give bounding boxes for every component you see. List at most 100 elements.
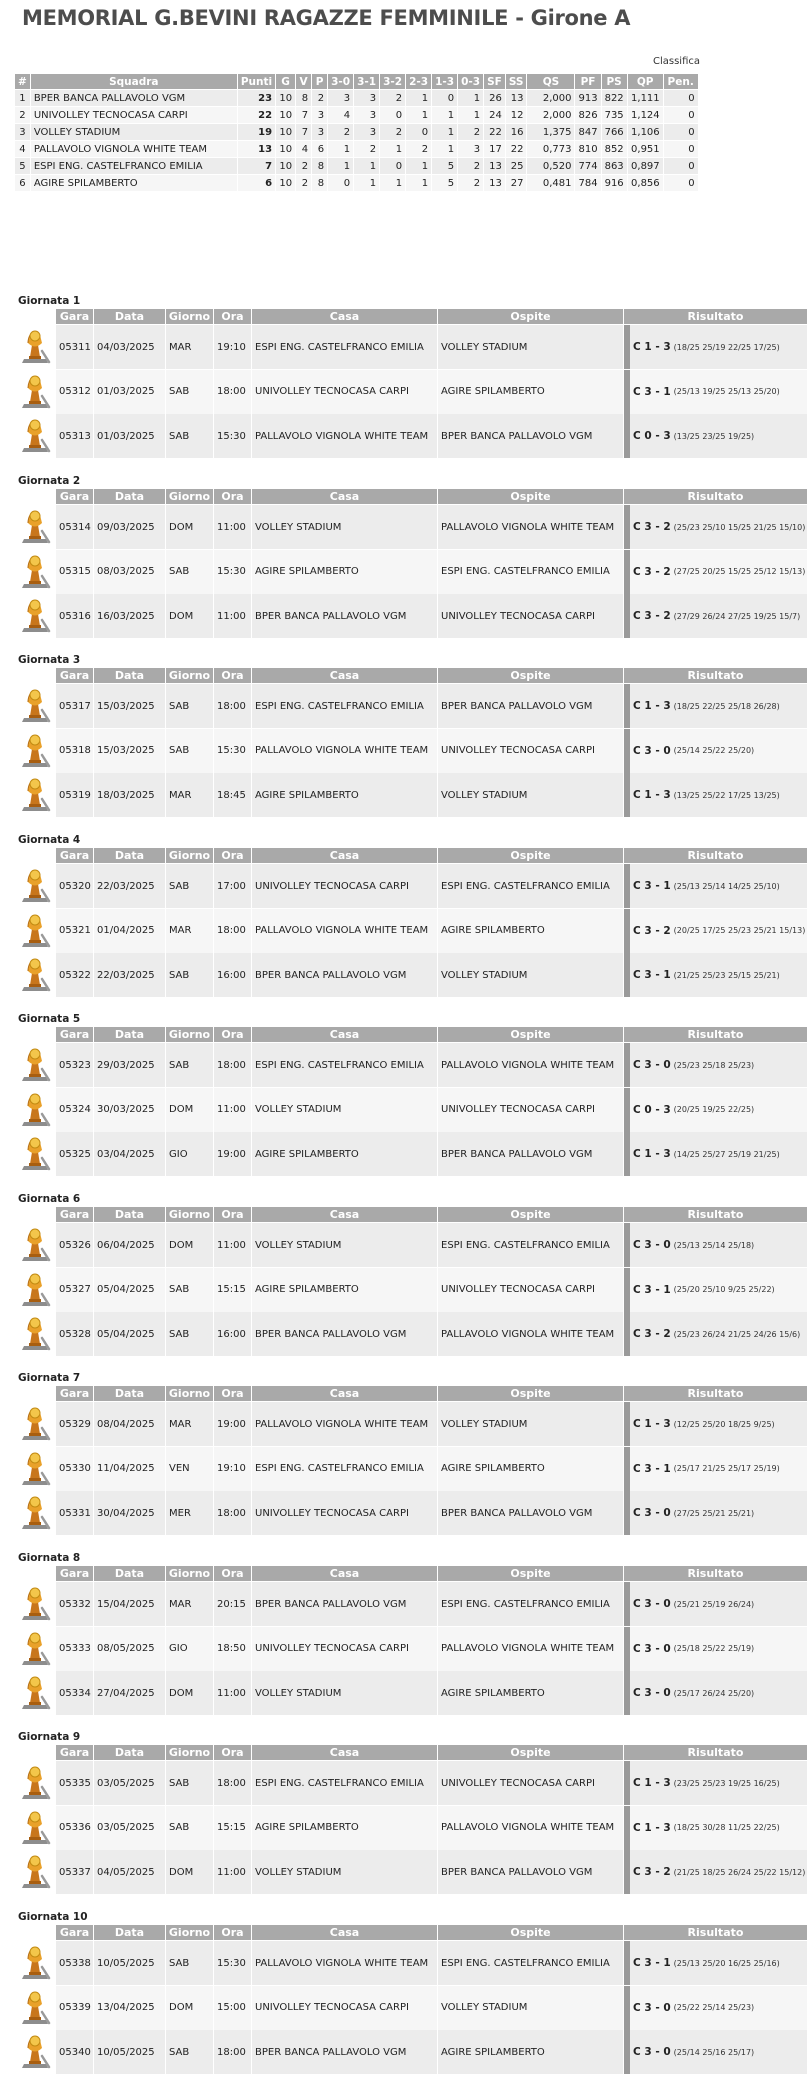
round-col-header: Giorno [166, 668, 214, 683]
standings-cell: 2 [14, 106, 31, 124]
match-day: MAR [166, 908, 214, 953]
volleyball-trophy-icon[interactable] [16, 864, 56, 908]
match-row[interactable]: 05336 03/05/2025 SAB 15:15 AGIRE SPILAMBERTO… [16, 1805, 808, 1850]
match-row[interactable]: 05317 15/03/2025 SAB 18:00 ESPI ENG. CASTELF… [16, 684, 808, 728]
volleyball-trophy-icon[interactable] [16, 1761, 56, 1805]
match-row[interactable]: 05340 10/05/2025 SAB 18:00 BPER BANCA PALLAV… [16, 2030, 808, 2074]
match-row[interactable]: 05323 29/03/2025 SAB 18:00 ESPI ENG. CASTELF… [16, 1043, 808, 1087]
match-row[interactable]: 05339 13/04/2025 DOM 15:00 UNIVOLLEY TECNOCA… [16, 1985, 808, 2030]
standings-col-header: 1-3 [431, 73, 459, 90]
match-row[interactable]: 05312 01/03/2025 SAB 18:00 UNIVOLLEY TECNOCA… [16, 369, 808, 414]
match-row[interactable]: 05320 22/03/2025 SAB 17:00 UNIVOLLEY TECNOCA… [16, 864, 808, 908]
match-row[interactable]: 05333 08/05/2025 GIO 18:50 UNIVOLLEY TECNOCA… [16, 1626, 808, 1671]
match-row[interactable]: 05319 18/03/2025 MAR 18:45 AGIRE SPILAMBERTO… [16, 773, 808, 817]
match-row[interactable]: 05324 30/03/2025 DOM 11:00 VOLLEY STADIUM UNI… [16, 1087, 808, 1132]
match-row[interactable]: 05321 01/04/2025 MAR 18:00 PALLAVOLO VIGNOLA… [16, 908, 808, 953]
match-code: 05338 [56, 1941, 94, 1985]
volleyball-trophy-icon[interactable] [16, 1446, 56, 1491]
volleyball-trophy-icon[interactable] [16, 1312, 56, 1356]
volleyball-trophy-icon[interactable] [16, 1267, 56, 1312]
volleyball-trophy-icon[interactable] [16, 1402, 56, 1446]
match-row[interactable]: 05315 08/03/2025 SAB 15:30 AGIRE SPILAMBERTO… [16, 549, 808, 594]
volleyball-trophy-icon[interactable] [16, 1805, 56, 1850]
volleyball-trophy-icon[interactable] [16, 414, 56, 458]
volleyball-trophy-icon[interactable] [16, 549, 56, 594]
match-row[interactable]: 05332 15/04/2025 MAR 20:15 BPER BANCA PALLAV… [16, 1582, 808, 1626]
result-status-bar [624, 1626, 630, 1671]
standings-cell: 1 [457, 89, 485, 107]
match-row[interactable]: 05318 15/03/2025 SAB 15:30 PALLAVOLO VIGNOLA… [16, 728, 808, 773]
volleyball-trophy-icon[interactable] [16, 505, 56, 549]
standings-cell: 10 [275, 174, 297, 192]
volleyball-trophy-icon[interactable] [16, 684, 56, 728]
match-row[interactable]: 05314 09/03/2025 DOM 11:00 VOLLEY STADIUM PAL… [16, 505, 808, 549]
match-code: 05322 [56, 953, 94, 997]
volleyball-trophy-icon[interactable] [16, 728, 56, 773]
round-col-header: Data [94, 1207, 166, 1222]
standings-cell: 774 [574, 157, 602, 175]
volleyball-trophy-icon[interactable] [16, 2030, 56, 2074]
volleyball-trophy-icon[interactable] [16, 1850, 56, 1894]
standings-col-header: # [14, 73, 31, 90]
match-code: 05333 [56, 1626, 94, 1671]
standings-cell: 4 [14, 140, 31, 158]
match-set-scores: (27/29 26/24 27/25 19/25 15/7) [673, 611, 801, 621]
result-status-bar [624, 325, 630, 369]
match-row[interactable]: 05311 04/03/2025 MAR 19:10 ESPI ENG. CASTELF… [16, 325, 808, 369]
match-row[interactable]: 05328 05/04/2025 SAB 16:00 BPER BANCA PALLAV… [16, 1312, 808, 1356]
standings-cell: 22 [504, 140, 528, 158]
match-result: C 3 - 0 (25/14 25/16 25/17) [624, 2030, 808, 2074]
volleyball-trophy-icon[interactable] [16, 1626, 56, 1671]
standings-col-header: QS [526, 73, 576, 90]
match-row[interactable]: 05322 22/03/2025 SAB 16:00 BPER BANCA PALLAV… [16, 953, 808, 997]
match-date: 16/03/2025 [94, 594, 166, 638]
match-row[interactable]: 05338 10/05/2025 SAB 15:30 PALLAVOLO VIGNOLA… [16, 1941, 808, 1985]
volleyball-trophy-icon[interactable] [16, 1043, 56, 1087]
standings-cell: 1 [405, 106, 433, 124]
match-result: C 3 - 0 (25/21 25/19 26/24) [624, 1582, 808, 1626]
standings-cell: 5 [431, 157, 459, 175]
round-col-header [16, 1925, 56, 1940]
volleyball-trophy-icon[interactable] [16, 773, 56, 817]
volleyball-trophy-icon[interactable] [16, 1671, 56, 1715]
match-set-scores: (25/18 25/22 25/19) [673, 1644, 755, 1653]
standings-col-header: 3-2 [379, 73, 407, 90]
volleyball-trophy-icon[interactable] [16, 325, 56, 369]
standings-cell: 3 [353, 106, 381, 124]
match-row[interactable]: 05316 16/03/2025 DOM 11:00 BPER BANCA PALLAV… [16, 594, 808, 638]
match-row[interactable]: 05313 01/03/2025 SAB 15:30 PALLAVOLO VIGNOLA… [16, 414, 808, 458]
standings-row: 4 PALLAVOLO VIGNOLA WHITE TEAM 13 10 4 6 1 2 1 2 1… [14, 140, 699, 158]
match-row[interactable]: 05327 05/04/2025 SAB 15:15 AGIRE SPILAMBERTO… [16, 1267, 808, 1312]
volleyball-trophy-icon[interactable] [16, 369, 56, 414]
volleyball-trophy-icon[interactable] [16, 594, 56, 638]
match-day: DOM [166, 1850, 214, 1894]
match-score: C 3 - 0 [633, 2046, 671, 2058]
match-time: 18:00 [214, 1761, 252, 1805]
volleyball-trophy-icon[interactable] [16, 908, 56, 953]
match-row[interactable]: 05326 06/04/2025 DOM 11:00 VOLLEY STADIUM ESP… [16, 1223, 808, 1267]
volleyball-trophy-icon[interactable] [16, 1582, 56, 1626]
volleyball-trophy-icon[interactable] [16, 1941, 56, 1985]
match-row[interactable]: 05334 27/04/2025 DOM 11:00 VOLLEY STADIUM AGI… [16, 1671, 808, 1715]
match-time: 18:00 [214, 684, 252, 728]
match-code: 05315 [56, 549, 94, 594]
match-row[interactable]: 05325 03/04/2025 GIO 19:00 AGIRE SPILAMBERTO… [16, 1132, 808, 1176]
match-row[interactable]: 05330 11/04/2025 VEN 19:10 ESPI ENG. CASTELF… [16, 1446, 808, 1491]
standings-cell: 2,000 [526, 89, 576, 107]
match-row[interactable]: 05335 03/05/2025 SAB 18:00 ESPI ENG. CASTELF… [16, 1761, 808, 1805]
match-row[interactable]: 05331 30/04/2025 MER 18:00 UNIVOLLEY TECNOCA… [16, 1491, 808, 1535]
standings-cell: 6 [14, 174, 31, 192]
match-result: C 3 - 1 (25/17 21/25 25/17 25/19) [624, 1446, 808, 1491]
match-date: 01/04/2025 [94, 908, 166, 953]
volleyball-trophy-icon[interactable] [16, 1223, 56, 1267]
round-title: Giornata 9 [18, 1731, 81, 1743]
standings-cell: 2 [405, 140, 433, 158]
match-row[interactable]: 05329 08/04/2025 MAR 19:00 PALLAVOLO VIGNOLA… [16, 1402, 808, 1446]
match-row[interactable]: 05337 04/05/2025 DOM 11:00 VOLLEY STADIUM BPE… [16, 1850, 808, 1894]
volleyball-trophy-icon[interactable] [16, 1985, 56, 2030]
match-date: 05/04/2025 [94, 1312, 166, 1356]
volleyball-trophy-icon[interactable] [16, 1132, 56, 1176]
volleyball-trophy-icon[interactable] [16, 1491, 56, 1535]
volleyball-trophy-icon[interactable] [16, 953, 56, 997]
volleyball-trophy-icon[interactable] [16, 1087, 56, 1132]
